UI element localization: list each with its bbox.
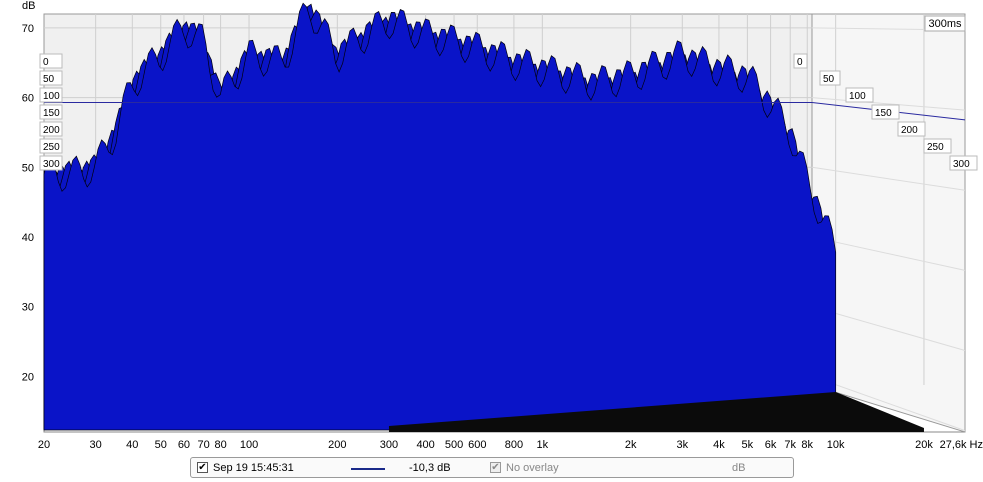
x-tick-label: 30: [90, 439, 102, 451]
x-tick-label: 500: [445, 439, 463, 451]
right-time-tick: 0: [797, 57, 803, 68]
unit-label: dB: [732, 462, 746, 474]
y-tick-label: 20: [22, 371, 34, 383]
left-time-tick: 50: [43, 74, 55, 85]
x-tick-label: 20: [38, 439, 50, 451]
y-tick-label: 60: [22, 93, 34, 105]
x-tick-label: 800: [505, 439, 523, 451]
left-time-tick: 150: [43, 108, 60, 119]
overlay-checkbox[interactable]: ✔: [490, 462, 501, 473]
x-tick-label: 600: [468, 439, 486, 451]
x-tick-label: 400: [416, 439, 434, 451]
left-time-tick: 250: [43, 142, 60, 153]
y-tick-label: 70: [22, 23, 34, 35]
x-tick-label: 300: [380, 439, 398, 451]
x-tick-label: 200: [328, 439, 346, 451]
y-tick-label: 50: [22, 162, 34, 174]
right-time-tick: 150: [875, 108, 892, 119]
x-tick-label: 5k: [742, 439, 754, 451]
x-tick-label: 7k: [784, 439, 796, 451]
x-tick-label: 3k: [676, 439, 688, 451]
measurement-label: Sep 19 15:45:31: [213, 462, 294, 474]
legend-bar: ✔ Sep 19 15:45:31 -10,3 dB ✔ No overlay …: [190, 457, 794, 478]
x-tick-label: 27,6k Hz: [940, 439, 983, 451]
x-tick-label: 100: [240, 439, 258, 451]
measurement-checkbox[interactable]: ✔: [197, 462, 208, 473]
x-tick-label: 80: [214, 439, 226, 451]
time-axis-label: 300ms: [928, 18, 962, 30]
x-tick-label: 8k: [801, 439, 813, 451]
level-value: -10,3 dB: [409, 462, 451, 474]
left-time-tick: 100: [43, 91, 60, 102]
waterfall-chart: 70 60 50 40 30 20 dB 20 30 40 50 60 70 80 100 200 300 400…: [22, 0, 983, 451]
left-time-tick: 0: [43, 57, 49, 68]
x-tick-label: 60: [178, 439, 190, 451]
waterfall-plot: 70 60 50 40 30 20 dB 20 30 40 50 60 70 80 100 200 300 400…: [0, 0, 983, 482]
x-tick-label: 50: [155, 439, 167, 451]
x-tick-label: 10k: [827, 439, 845, 451]
x-tick-label: 6k: [765, 439, 777, 451]
right-time-tick: 300: [953, 159, 970, 170]
right-time-tick: 250: [927, 142, 944, 153]
right-time-tick: 100: [849, 91, 866, 102]
left-time-tick: 300: [43, 159, 60, 170]
right-time-tick: 50: [823, 74, 835, 85]
x-tick-label: 1k: [537, 439, 549, 451]
y-tick-label: 40: [22, 232, 34, 244]
series-color-swatch: [351, 468, 385, 470]
x-tick-label: 2k: [625, 439, 637, 451]
y-axis-label: dB: [22, 0, 35, 12]
x-tick-label: 20k: [915, 439, 933, 451]
x-tick-label: 4k: [713, 439, 725, 451]
x-tick-label: 40: [126, 439, 138, 451]
y-tick-label: 30: [22, 302, 34, 314]
x-tick-label: 70: [197, 439, 209, 451]
overlay-label: No overlay: [506, 462, 559, 474]
left-time-tick: 200: [43, 125, 60, 136]
waterfall-slices: [43, 2, 837, 431]
right-time-tick: 200: [901, 125, 918, 136]
